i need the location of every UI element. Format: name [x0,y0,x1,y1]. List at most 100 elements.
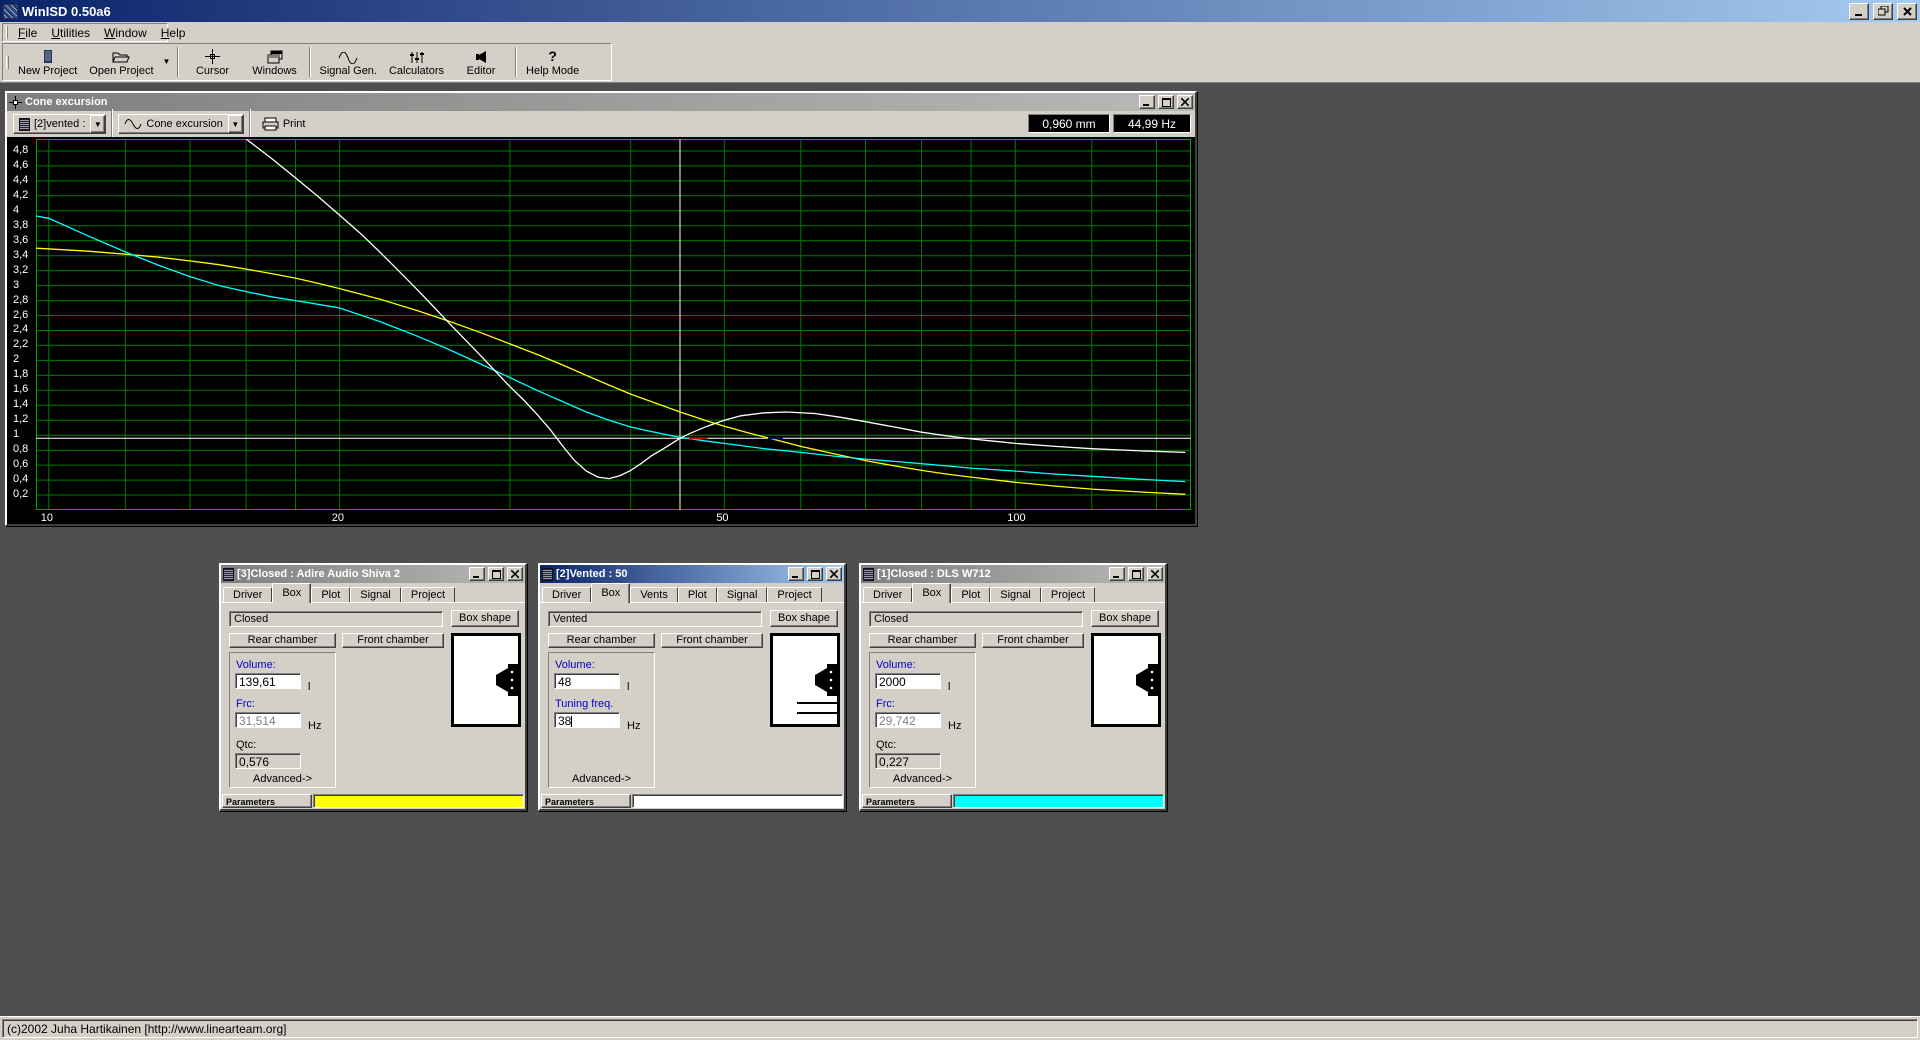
tab-driver[interactable]: Driver [223,587,272,603]
box-shape-button[interactable]: Box shape [1091,610,1159,627]
advanced-button[interactable]: Advanced-> [230,773,335,785]
project-selector[interactable]: [2]vented : ▼ [13,114,106,134]
cursor-button[interactable]: Cursor [182,45,244,79]
close-button[interactable] [1897,3,1917,20]
menu-grip[interactable] [6,26,8,39]
tab-box[interactable]: Box [272,583,311,603]
open-project-button[interactable]: Open Project [83,45,159,79]
tab-project[interactable]: Project [1041,587,1095,603]
tab-plot[interactable]: Plot [951,587,990,603]
rear-chamber-button[interactable]: Rear chamber [548,633,655,648]
toolbar-grip[interactable] [6,56,9,69]
volume-input[interactable]: 48 [554,673,620,689]
project-selector-dropdown[interactable]: ▼ [90,115,105,133]
parameters-tab[interactable]: Parameters [862,794,952,808]
rear-chamber-button[interactable]: Rear chamber [229,633,336,648]
chamber-parameters-group: Volume: 139,61 l Frc: 31,514 Hz Qtc: 0,5… [229,652,336,788]
minimize-button[interactable] [788,567,804,581]
project-titlebar[interactable]: [2]Vented : 50 [540,565,844,583]
app-icon [3,4,18,19]
editor-button[interactable]: Editor [450,45,512,79]
box-type-field[interactable]: Closed [869,611,1083,627]
tab-strip: Driver Box Plot Signal Project [861,583,1165,603]
front-chamber-button[interactable]: Front chamber [982,633,1084,648]
box-shape-button[interactable]: Box shape [451,610,519,627]
new-project-button[interactable]: New Project [12,45,83,79]
advanced-button[interactable]: Advanced-> [870,773,975,785]
close-button[interactable] [1147,567,1163,581]
tab-signal[interactable]: Signal [350,587,401,603]
tab-vents[interactable]: Vents [630,587,678,603]
minimize-button[interactable] [1139,95,1155,109]
sine-wave-icon [338,48,358,64]
box-shape-preview [770,633,840,727]
tab-driver[interactable]: Driver [542,587,591,603]
calculators-button[interactable]: Calculators [383,45,450,79]
app-titlebar: WinISD 0.50a6 [0,0,1920,22]
tab-project[interactable]: Project [767,587,821,603]
curve-color-bar [632,794,843,808]
cone-excursion-plot[interactable]: 0,20,40,60,811,21,41,61,822,22,42,62,833… [7,137,1195,524]
menu-help[interactable]: Help [154,24,193,42]
menu-file[interactable]: File [11,24,44,42]
tab-box[interactable]: Box [591,583,630,603]
tab-plot[interactable]: Plot [311,587,350,603]
tab-project[interactable]: Project [401,587,455,603]
minimize-button[interactable] [469,567,485,581]
parameters-tab[interactable]: Parameters [541,794,631,808]
chamber-parameters-group: Volume: 48 l Tuning freq. 38 Hz Advanced… [548,652,655,788]
box-shape-button[interactable]: Box shape [770,610,838,627]
plot-type-dropdown[interactable]: ▼ [228,115,243,133]
tuning-freq-input[interactable]: 38 [554,712,620,728]
tab-plot[interactable]: Plot [678,587,717,603]
qtc-input[interactable]: 0,576 [235,753,301,769]
volume-input[interactable]: 2000 [875,673,941,689]
cone-excursion-titlebar[interactable]: Cone excursion [7,93,1195,111]
minimize-button[interactable] [1109,567,1125,581]
close-button[interactable] [507,567,523,581]
maximize-button[interactable] [1158,95,1174,109]
tab-signal[interactable]: Signal [990,587,1041,603]
menu-utilities[interactable]: Utilities [44,24,97,42]
maximize-icon [811,570,820,579]
tab-signal[interactable]: Signal [717,587,768,603]
qtc-input[interactable]: 0,227 [875,753,941,769]
maximize-button[interactable] [807,567,823,581]
project-titlebar[interactable]: [1]Closed : DLS W712 [861,565,1165,583]
tab-driver[interactable]: Driver [863,587,912,603]
tab-box[interactable]: Box [912,583,951,603]
print-button[interactable]: Print [256,114,312,134]
cone-excursion-window: Cone excursion [2]vented : ▼ Cone excurs… [5,91,1197,526]
help-mode-button[interactable]: ? Help Mode [520,45,585,79]
menu-window[interactable]: Window [97,24,154,42]
maximize-button[interactable] [488,567,504,581]
signal-generator-button[interactable]: Signal Gen. [314,45,383,79]
close-button[interactable] [826,567,842,581]
front-chamber-button[interactable]: Front chamber [342,633,444,648]
rear-chamber-button[interactable]: Rear chamber [869,633,976,648]
project-selector-value: [2]vented : [34,118,85,130]
project-window-vented-50: [2]Vented : 50 Driver Box Vents Plot Sig… [538,563,846,811]
volume-label: Volume: [555,659,595,671]
frc-input[interactable]: 29,742 [875,712,941,728]
parameters-tab[interactable]: Parameters [222,794,312,808]
volume-input[interactable]: 139,61 [235,673,301,689]
front-chamber-button[interactable]: Front chamber [661,633,763,648]
advanced-button[interactable]: Advanced-> [549,773,654,785]
project-titlebar[interactable]: [3]Closed : Adire Audio Shiva 2 [221,565,525,583]
project-status-bar: Parameters [221,793,525,809]
maximize-button[interactable] [1128,567,1144,581]
close-icon [830,570,838,578]
mdi-workspace: Cone excursion [2]vented : ▼ Cone excurs… [0,82,1920,1016]
box-type-field[interactable]: Closed [229,611,443,627]
windows-button[interactable]: Windows [244,45,306,79]
plot-canvas[interactable] [36,139,1191,510]
close-button[interactable] [1177,95,1193,109]
restore-button[interactable] [1873,3,1893,20]
minimize-button[interactable] [1849,3,1869,20]
open-project-dropdown[interactable]: ▼ [160,45,174,79]
plot-type-selector[interactable]: Cone excursion ▼ [118,114,243,134]
box-type-field[interactable]: Vented [548,611,762,627]
frc-input[interactable]: 31,514 [235,712,301,728]
toolbar-separator [111,109,113,139]
